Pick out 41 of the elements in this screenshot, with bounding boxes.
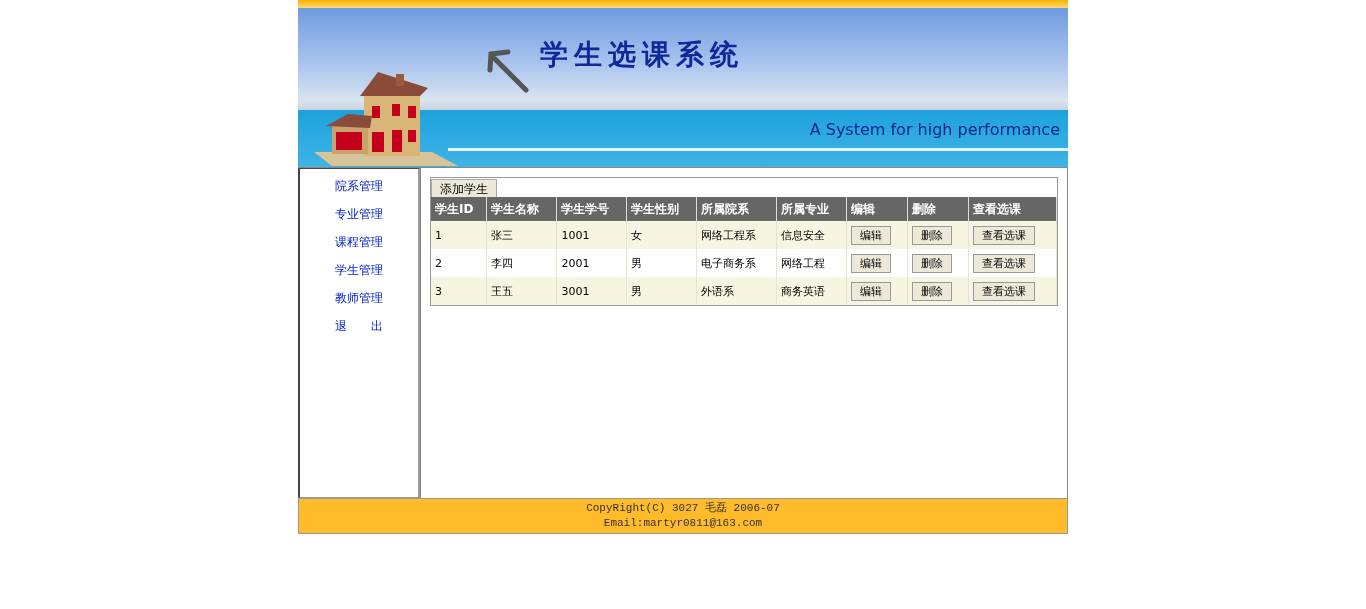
table-cell: 1001: [556, 221, 627, 249]
table-cell: 王五: [486, 277, 557, 305]
row-action-button[interactable]: 查看选课: [973, 253, 1035, 273]
sidebar-link[interactable]: 课程管理: [335, 234, 383, 250]
row-action-button[interactable]: 编辑: [851, 253, 892, 273]
table-cell: 张三: [486, 221, 557, 249]
column-header: 查看选课: [968, 197, 1057, 221]
row-action-button[interactable]: 删除: [912, 225, 953, 245]
column-header: 学生ID: [431, 197, 487, 221]
row-action-button[interactable]: 删除: [912, 281, 953, 301]
table-cell: 1: [431, 221, 487, 249]
row-action-button[interactable]: 编辑: [851, 281, 892, 301]
row-action-button[interactable]: 删除: [912, 253, 953, 273]
table-cell: 网络工程系: [696, 221, 777, 249]
column-header: 学生名称: [486, 197, 557, 221]
column-header: 所属院系: [696, 197, 777, 221]
sidebar-link[interactable]: 教师管理: [335, 290, 383, 306]
table-cell: 男: [626, 277, 697, 305]
column-header: 所属专业: [776, 197, 847, 221]
table-cell: 3: [431, 277, 487, 305]
add-student-button[interactable]: 添加学生: [431, 179, 497, 197]
site-title: 学生选课系统: [540, 37, 744, 73]
column-header: 学生性别: [626, 197, 697, 221]
table-cell: 3001: [556, 277, 627, 305]
sidebar-link[interactable]: 专业管理: [335, 206, 383, 222]
table-cell: 信息安全: [776, 221, 847, 249]
row-action-button[interactable]: 查看选课: [973, 225, 1035, 245]
email-text: Email:martyr0811@163.com: [603, 516, 763, 531]
column-header: 删除: [907, 197, 969, 221]
column-header: 编辑: [846, 197, 908, 221]
site-subtitle: A System for high performance: [809, 120, 1060, 139]
table-cell: 外语系: [696, 277, 777, 305]
sidebar-link[interactable]: 退 出: [335, 318, 383, 334]
sidebar-link[interactable]: 学生管理: [335, 262, 383, 278]
copyright-text: CopyRight(C) 3027 毛磊 2006-07: [586, 501, 780, 516]
sidebar-link[interactable]: 院系管理: [335, 178, 383, 194]
row-action-button[interactable]: 编辑: [851, 225, 892, 245]
table-cell: 商务英语: [776, 277, 847, 305]
row-action-button[interactable]: 查看选课: [973, 281, 1035, 301]
column-header: 学生学号: [556, 197, 627, 221]
table-cell: 女: [626, 221, 697, 249]
